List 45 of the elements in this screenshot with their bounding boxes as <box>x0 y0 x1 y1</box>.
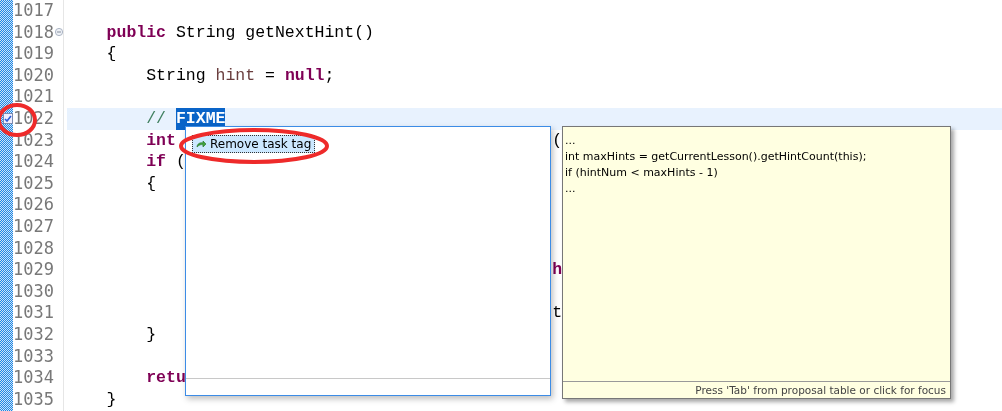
code-text: if <box>146 151 167 173</box>
line-number: 1028 <box>13 237 54 260</box>
code-text: } <box>146 323 157 346</box>
line-number: 1034 <box>13 367 54 389</box>
code-text: h <box>552 259 563 281</box>
selected-text: FIXME <box>175 107 226 130</box>
code-text: = <box>265 64 275 87</box>
code-text: ; <box>324 64 335 87</box>
code-text: } <box>106 388 117 411</box>
code-text: retu <box>146 367 186 389</box>
line-number: 1020 <box>13 64 54 87</box>
task-icon[interactable] <box>3 112 13 124</box>
line-number: 1024 <box>13 151 54 173</box>
line-number: 1031 <box>13 302 54 324</box>
info-text: ... <box>565 133 577 149</box>
code-text: ( <box>552 129 563 152</box>
line-number: 1035 <box>13 388 54 411</box>
line-number: 1019 <box>13 43 54 65</box>
line-number: 1032 <box>13 323 54 346</box>
code-text: { <box>146 172 157 195</box>
line-number: 1033 <box>13 345 54 368</box>
line-number: 1026 <box>13 194 54 216</box>
line-number: 1029 <box>13 259 54 281</box>
code-text: ( <box>175 151 186 173</box>
code-text: { <box>106 43 117 65</box>
code-text: String getNextHint() <box>175 21 374 44</box>
code-text: // <box>146 107 167 130</box>
line-number: 1030 <box>13 280 54 303</box>
info-text: ... <box>565 181 577 197</box>
focus-hint: Press 'Tab' from proposal table or click for focus <box>695 384 946 396</box>
line-number: 1027 <box>13 215 54 238</box>
info-text: if (hintNum < maxHints - 1) <box>565 165 719 181</box>
code-text: null <box>284 64 325 87</box>
proposal-item[interactable]: Remove task tag <box>192 135 316 153</box>
arrow-icon <box>196 139 207 149</box>
info-text: int maxHints = getCurrentLesson().getHintCount(this); <box>565 149 868 165</box>
code-text: public <box>106 21 167 44</box>
line-number: 1025 <box>13 172 54 195</box>
code-text: String <box>146 64 206 87</box>
line-number: 1018 <box>13 21 54 44</box>
code-text: int <box>146 129 176 152</box>
code-text: hint <box>215 64 256 87</box>
line-number: 1017 <box>13 0 54 22</box>
line-number: 1021 <box>13 86 54 108</box>
code-text: t <box>552 302 563 324</box>
